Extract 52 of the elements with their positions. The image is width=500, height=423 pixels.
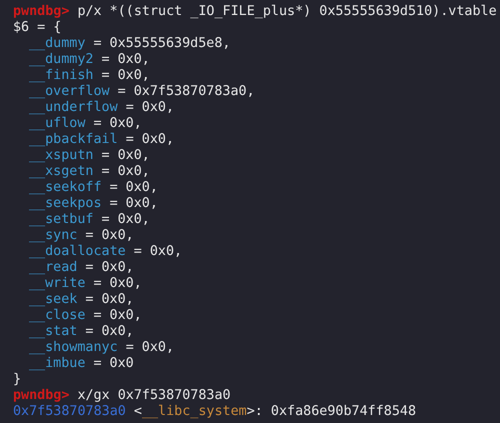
field-value: = 0x0,	[85, 324, 134, 340]
field-value: = 0x0,	[85, 292, 134, 308]
field-name: __showmanyc	[29, 340, 118, 356]
field-name: __close	[29, 308, 86, 324]
field-name: __stat	[29, 324, 78, 340]
field-value: = 0x0,	[102, 164, 150, 180]
address-text: 0x7f53870783a0	[13, 404, 126, 420]
prompt-label: pwndbg>	[13, 388, 70, 404]
field-name: __xsgetn	[29, 164, 94, 180]
field-value: = 0x7f53870783a0,	[118, 84, 255, 100]
field-value: = 0x0,	[134, 244, 182, 260]
field-name: __seekoff	[29, 180, 102, 196]
field-value: = 0x55555639d5e8,	[93, 36, 230, 52]
field-name: __write	[29, 276, 86, 292]
field-name: __seekpos	[29, 196, 102, 212]
field-name: __underflow	[29, 100, 118, 116]
field-name: __overflow	[29, 84, 110, 100]
command-text: p/x *((struct _IO_FILE_plus*) 0x55555639d510).vtable	[77, 4, 497, 20]
field-value: = 0x0,	[85, 228, 134, 244]
field-name: __imbue	[29, 356, 86, 372]
field-value: = 0x0,	[85, 260, 134, 276]
field-name: __sync	[29, 228, 78, 244]
output-text: }	[13, 372, 22, 388]
field-value: = 0x0	[93, 356, 134, 372]
field-name: __pbackfail	[29, 132, 118, 148]
field-name: __seek	[29, 292, 78, 308]
field-value: = 0x0,	[102, 68, 150, 84]
prompt-label: pwndbg>	[13, 4, 70, 20]
field-value: = 0x0,	[126, 132, 174, 148]
field-value: = 0x0,	[126, 100, 174, 116]
field-name: __dummy	[29, 36, 86, 52]
field-name: __doallocate	[29, 244, 126, 260]
field-value: = 0x0,	[102, 148, 150, 164]
field-value: = 0x0,	[93, 276, 142, 292]
field-name: __setbuf	[29, 212, 94, 228]
field-name: __read	[29, 260, 78, 276]
memory-value: >: 0xfa86e90b74ff8548	[246, 404, 416, 420]
field-value: = 0x0,	[102, 212, 150, 228]
field-value: = 0x0,	[102, 52, 150, 68]
bracket-text: <	[134, 404, 142, 420]
command-text: x/gx 0x7f53870783a0	[77, 388, 231, 404]
field-name: __finish	[29, 68, 94, 84]
output-text: $6 = {	[13, 20, 62, 36]
field-name: __dummy2	[29, 52, 94, 68]
field-value: = 0x0,	[93, 116, 142, 132]
field-value: = 0x0,	[126, 340, 174, 356]
field-value: = 0x0,	[93, 308, 142, 324]
field-value: = 0x0,	[110, 180, 158, 196]
symbol-name: __libc_system	[142, 404, 247, 420]
field-name: __uflow	[29, 116, 86, 132]
field-value: = 0x0,	[110, 196, 158, 212]
field-name: __xsputn	[29, 148, 94, 164]
